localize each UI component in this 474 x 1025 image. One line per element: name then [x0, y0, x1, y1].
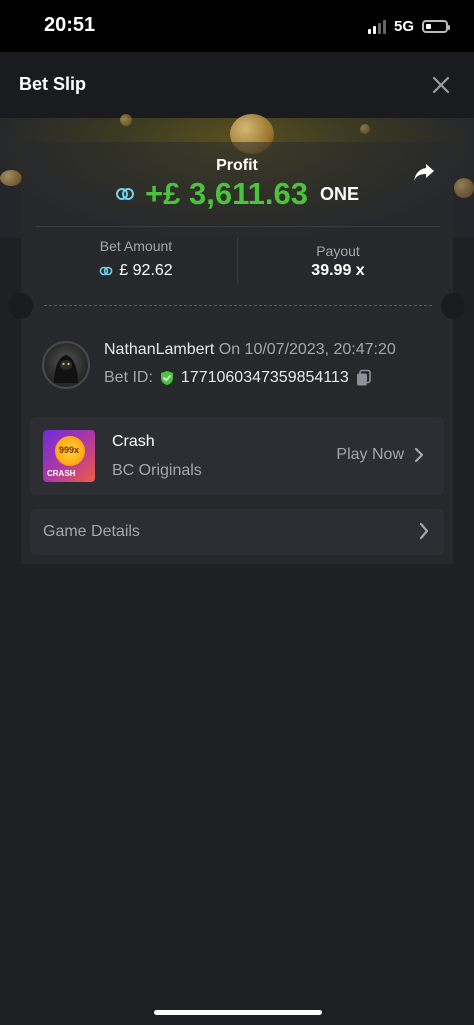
bet-amount-stat: Bet Amount £ 92.62	[36, 238, 236, 280]
bet-id-value: 1771060347359854113	[180, 369, 349, 386]
game-card[interactable]: 999x CRASH Crash BC Originals Play Now	[30, 417, 444, 495]
payout-label: Payout	[316, 243, 360, 259]
home-indicator[interactable]	[154, 1010, 322, 1015]
one-coin-icon	[99, 266, 113, 276]
bet-amount-row: £ 92.62	[36, 262, 236, 280]
ticket-notch-right	[441, 293, 465, 319]
copy-icon[interactable]	[355, 369, 373, 387]
play-now-label: Play Now	[336, 446, 404, 463]
bet-slip-screen: 20:51 5G Bet Slip Profit +£ 3,611.63 ONE…	[0, 0, 474, 1025]
bet-date: On 10/07/2023, 20:47:20	[218, 341, 396, 358]
payout-stat: Payout 39.99 x	[238, 243, 438, 280]
dashed-divider	[44, 305, 432, 306]
hooded-figure-icon	[54, 355, 78, 383]
avatar[interactable]	[42, 341, 90, 389]
payout-value: 39.99 x	[311, 262, 365, 279]
status-icons: 5G	[367, 18, 450, 35]
profit-row: +£ 3,611.63 ONE	[0, 176, 474, 212]
profit-amount: +£ 3,611.63	[145, 176, 308, 211]
one-coin-icon	[116, 188, 135, 200]
play-now-button[interactable]: Play Now	[336, 446, 424, 464]
status-time: 20:51	[44, 14, 96, 36]
page-title: Bet Slip	[19, 74, 87, 94]
game-details-label: Game Details	[43, 523, 140, 540]
share-icon[interactable]	[412, 160, 436, 184]
verified-shield-icon	[160, 371, 173, 385]
chevron-right-icon	[414, 447, 424, 463]
close-icon[interactable]	[430, 74, 452, 96]
chevron-right-icon	[419, 522, 429, 540]
thumb-badge: 999x	[59, 445, 80, 455]
user-line: NathanLambert On 10/07/2023, 20:47:20	[104, 341, 396, 359]
ticket-notch-left	[9, 293, 33, 319]
game-details-row[interactable]: Game Details	[30, 509, 444, 555]
bet-id-line: Bet ID: 1771060347359854113	[104, 369, 373, 387]
bet-id-label: Bet ID:	[104, 369, 153, 386]
game-name: Crash	[112, 433, 155, 450]
divider	[36, 226, 440, 227]
status-bar: 20:51 5G	[0, 0, 474, 52]
thumb-text: CRASH	[47, 469, 76, 478]
network-label: 5G	[393, 18, 414, 35]
signal-icon	[367, 19, 386, 34]
bet-amount-value: £ 92.62	[119, 262, 173, 279]
game-provider: BC Originals	[112, 462, 202, 479]
bet-amount-label: Bet Amount	[99, 238, 173, 254]
header: Bet Slip	[0, 52, 474, 118]
profit-currency: ONE	[319, 183, 359, 204]
battery-icon	[422, 20, 450, 33]
profit-label: Profit	[216, 157, 258, 174]
username[interactable]: NathanLambert	[104, 341, 214, 358]
crash-game-thumbnail: 999x CRASH	[43, 430, 95, 482]
